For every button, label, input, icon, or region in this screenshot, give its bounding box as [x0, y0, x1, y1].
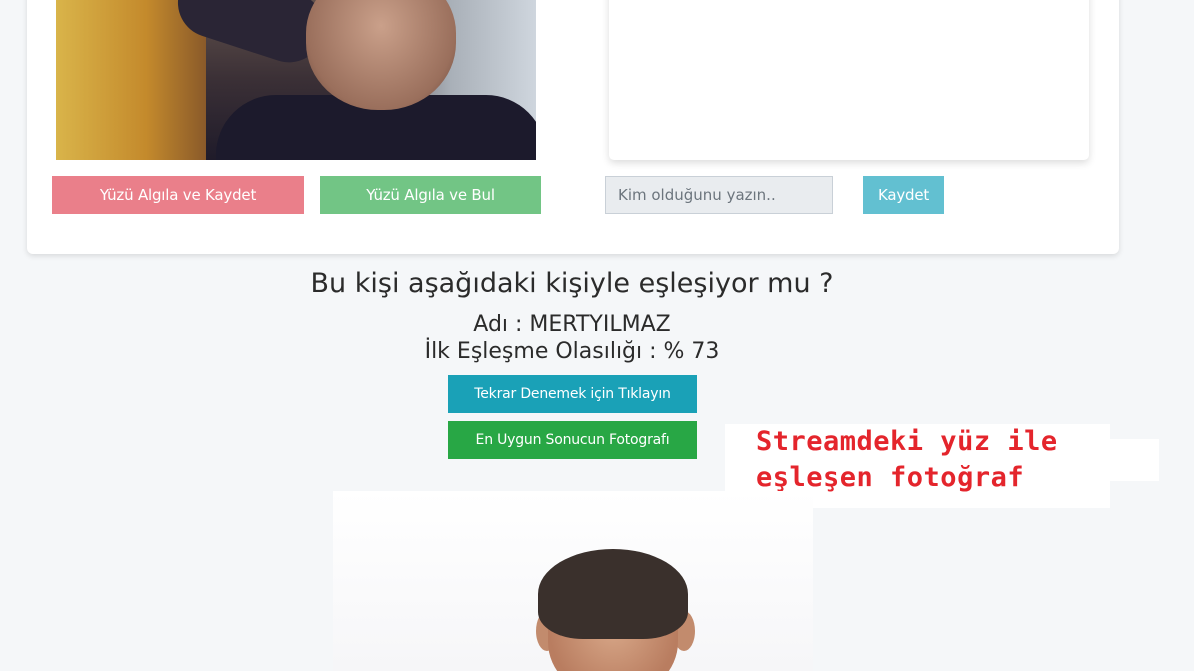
- output-panel: [609, 0, 1089, 160]
- match-name: Adı : MERTYILMAZ: [473, 312, 671, 337]
- save-button[interactable]: Kaydet: [863, 176, 944, 214]
- match-question: Bu kişi aşağıdaki kişiyle eşleşiyor mu ?: [310, 268, 834, 299]
- detect-and-find-button[interactable]: Yüzü Algıla ve Bul: [320, 176, 541, 214]
- best-photo-button[interactable]: En Uygun Sonucun Fotografı: [448, 421, 697, 459]
- retry-button[interactable]: Tekrar Denemek için Tıklayın: [448, 375, 697, 413]
- annotation-line-1: Streamdeki yüz ile: [756, 426, 1058, 457]
- background-left: [56, 0, 206, 160]
- annotation-background-extension: [1110, 439, 1159, 481]
- match-probability: İlk Eşleşme Olasılığı : % 73: [424, 339, 720, 364]
- name-input[interactable]: [605, 176, 833, 214]
- matched-photo: [333, 491, 813, 671]
- photo-hair: [538, 549, 688, 639]
- detect-and-save-button[interactable]: Yüzü Algıla ve Kaydet: [52, 176, 304, 214]
- annotation-text: Streamdeki yüz ile eşleşen fotoğraf: [756, 424, 1058, 496]
- webcam-stream: [56, 0, 536, 160]
